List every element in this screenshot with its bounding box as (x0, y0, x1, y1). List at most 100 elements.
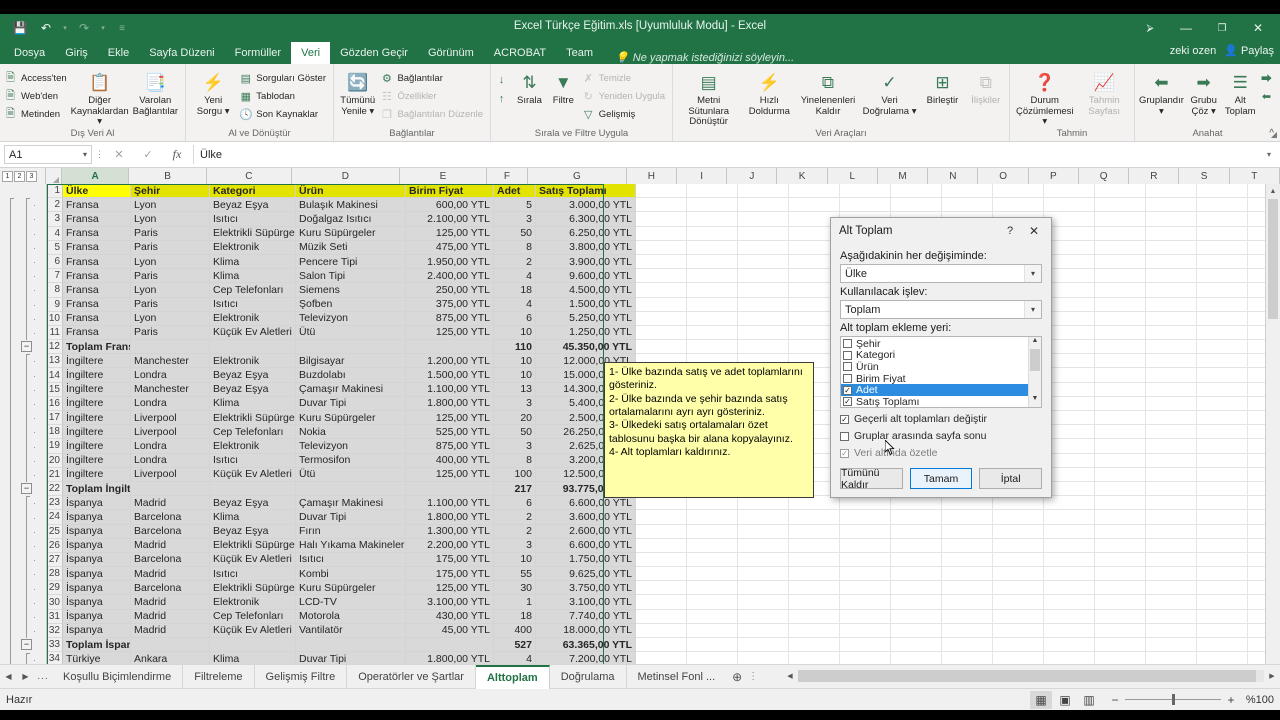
checkbox-kategori[interactable] (843, 350, 852, 360)
grid-cell[interactable]: 4 (494, 652, 536, 664)
grid-cell[interactable] (687, 552, 738, 568)
grid-cell[interactable] (1044, 538, 1095, 553)
grid-cell[interactable] (636, 226, 687, 241)
grid-cell[interactable]: İspanya (63, 609, 131, 624)
grid-cell[interactable]: 430,00 YTL (406, 609, 494, 624)
subtotal-field-item[interactable]: Birim Fiyat (841, 373, 1028, 385)
sheet-nav-next-icon[interactable]: ▶ (17, 672, 34, 681)
grid-cell[interactable]: Manchester (131, 354, 210, 369)
ribbon-tab-giris[interactable]: Giriş (55, 42, 98, 64)
grid-cell[interactable] (1044, 524, 1095, 539)
grid-cell[interactable]: 875,00 YTL (406, 439, 494, 454)
checkbox-şehir[interactable] (843, 339, 852, 349)
grid-cell[interactable]: İspanya (63, 581, 131, 596)
grid-cell[interactable]: Isıtıcı (296, 552, 406, 568)
grid-cell[interactable] (789, 198, 840, 213)
row-header[interactable]: 33 (47, 638, 63, 653)
grid-cell[interactable]: Barcelona (131, 552, 210, 568)
table-row[interactable]: 3 Fransa Lyon Isıtıcı Doğalgaz Isıtıcı 2.100,… (0, 212, 1280, 227)
grid-cell[interactable]: Elektrikli Süpürge (210, 538, 296, 553)
horizontal-scroll-thumb[interactable] (798, 670, 1256, 682)
filter-button[interactable]: ▼ Filtre (548, 67, 579, 107)
grid-cell[interactable]: 1.800,00 YTL (406, 652, 494, 664)
grid-cell[interactable] (789, 609, 840, 624)
grid-cell[interactable]: 8 (494, 453, 536, 468)
grid-cell[interactable] (1146, 311, 1197, 326)
grid-cell[interactable]: İngiltere (63, 382, 131, 397)
grid-cell[interactable] (1197, 453, 1248, 468)
grid-cell[interactable] (1197, 368, 1248, 383)
table-row[interactable]: 4 Fransa Paris Elektrikli Süpürge Kuru Süpür… (0, 226, 1280, 241)
subtotal-field-item[interactable]: ✓ Satış Toplamı (841, 396, 1028, 407)
row-header[interactable]: 14 (47, 368, 63, 383)
grid-cell[interactable] (891, 552, 942, 568)
checkbox-ürün[interactable] (843, 362, 852, 372)
row-header[interactable]: 13 (47, 354, 63, 369)
grid-cell[interactable] (1095, 340, 1146, 355)
grid-cell[interactable]: Beyaz Eşya (210, 382, 296, 397)
grid-cell[interactable] (687, 283, 738, 298)
grid-cell[interactable]: Klima (210, 510, 296, 525)
grid-cell[interactable] (1197, 524, 1248, 539)
table-row[interactable]: 26 İspanya Madrid Elektrikli Süpürge Halı Yı… (0, 538, 1280, 553)
grid-cell[interactable] (636, 623, 687, 638)
grid-cell[interactable] (1197, 198, 1248, 213)
row-header[interactable]: 16 (47, 396, 63, 411)
grid-cell[interactable] (1146, 283, 1197, 298)
grid-cell[interactable]: Ütü (296, 467, 406, 482)
grid-cell[interactable] (1197, 269, 1248, 284)
zoom-slider[interactable]: − + (1110, 693, 1236, 707)
grid-cell[interactable] (1197, 425, 1248, 440)
grid-cell[interactable]: Satış Toplamı (536, 184, 636, 199)
ribbon-tab-ekle[interactable]: Ekle (98, 42, 139, 64)
group-button[interactable]: ⬅ Gruplandır ▾ (1139, 67, 1184, 117)
grid-cell[interactable]: 10 (494, 354, 536, 369)
grid-cell[interactable] (1095, 652, 1146, 664)
column-header-t[interactable]: T (1229, 168, 1280, 184)
grid-cell[interactable] (1095, 254, 1146, 270)
column-header-b[interactable]: B (129, 168, 207, 184)
grid-cell[interactable] (993, 552, 1044, 568)
grid-cell[interactable]: 63.365,00 YTL (536, 638, 636, 653)
grid-cell[interactable]: 6.300,00 YTL (536, 212, 636, 227)
grid-cell[interactable] (789, 524, 840, 539)
table-row[interactable]: 27 İspanya Barcelona Küçük Ev Aletleri Isıtı… (0, 552, 1280, 568)
page-layout-view-icon[interactable]: ▣ (1054, 691, 1076, 709)
grid-cell[interactable]: Termosifon (296, 453, 406, 468)
grid-cell[interactable]: Vantilatör (296, 623, 406, 638)
grid-cell[interactable]: Duvar Tipi (296, 510, 406, 525)
grid-cell[interactable] (1095, 297, 1146, 312)
grid-cell[interactable] (296, 340, 406, 355)
grid-cell[interactable]: Elektronik (210, 439, 296, 454)
grid-cell[interactable] (687, 269, 738, 284)
row-header[interactable]: 12 (47, 340, 63, 355)
horizontal-scroll-track[interactable] (798, 670, 1264, 682)
ribbon-tab-dosya[interactable]: Dosya (4, 42, 55, 64)
table-row[interactable]: 30 İspanya Madrid Elektronik LCD-TV 3.100,00 … (0, 595, 1280, 610)
grid-cell[interactable]: 50 (494, 425, 536, 440)
grid-cell[interactable] (1095, 396, 1146, 411)
grid-cell[interactable] (891, 652, 942, 664)
vertical-scrollbar[interactable]: ▲ (1265, 184, 1280, 664)
select-all-button[interactable] (46, 168, 63, 184)
chevron-down-icon[interactable]: ▾ (1024, 265, 1041, 282)
grid-cell[interactable] (1095, 496, 1146, 511)
row-header[interactable]: 32 (47, 623, 63, 638)
table-row[interactable]: 10 Fransa Lyon Elektronik Televizyon 875,00 Y… (0, 311, 1280, 326)
grid-cell[interactable] (1146, 552, 1197, 568)
grid-cell[interactable] (942, 638, 993, 653)
table-row[interactable]: 33Toplam İspanya 52763.365,00 YTL (0, 638, 1280, 653)
grid-cell[interactable]: Fransa (63, 325, 131, 341)
grid-cell[interactable] (789, 595, 840, 610)
grid-cell[interactable] (1146, 481, 1197, 497)
grid-cell[interactable] (687, 226, 738, 241)
grid-cell[interactable]: 2.400,00 YTL (406, 269, 494, 284)
grid-cell[interactable]: Lyon (131, 254, 210, 270)
grid-cell[interactable] (687, 510, 738, 525)
row-header[interactable]: 18 (47, 425, 63, 440)
grid-cell[interactable]: Paris (131, 240, 210, 255)
ribbon-display-options-icon[interactable]: ⮚ (1132, 16, 1168, 40)
grid-cell[interactable]: 3.900,00 YTL (536, 254, 636, 270)
column-header-d[interactable]: D (291, 168, 401, 184)
collapse-ribbon-icon[interactable]: ^ (1269, 128, 1274, 139)
